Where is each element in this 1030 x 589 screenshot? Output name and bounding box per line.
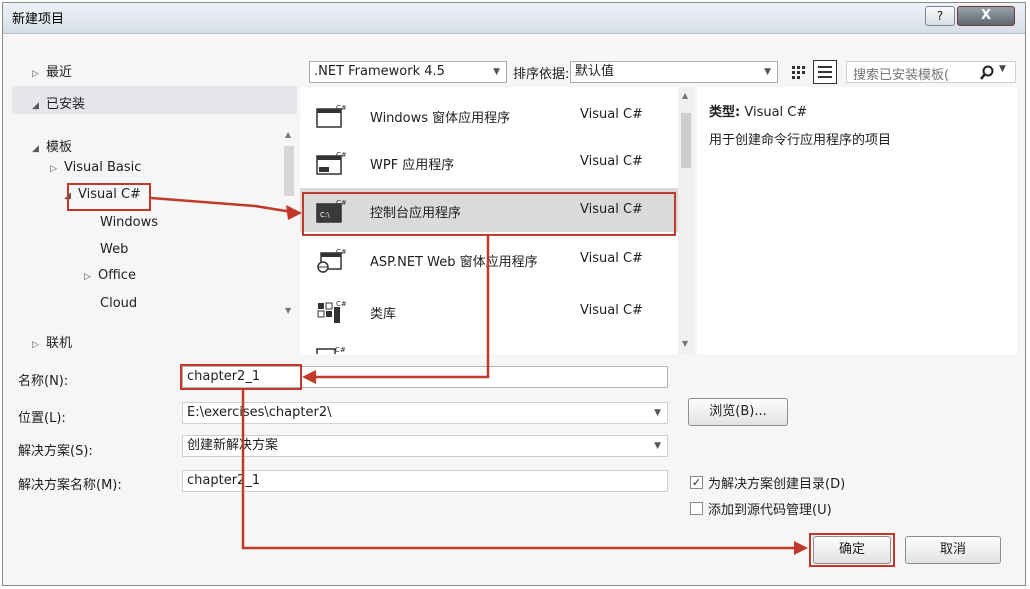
arrowhead-icon — [286, 205, 302, 220]
arrowhead-icon — [302, 370, 316, 384]
arrowhead-icon — [794, 541, 808, 555]
arrow-console-to-name — [312, 236, 490, 379]
arrow-tree-to-console — [150, 196, 293, 214]
arrow-name-to-ok — [241, 390, 795, 550]
annotation-arrows — [150, 196, 808, 555]
